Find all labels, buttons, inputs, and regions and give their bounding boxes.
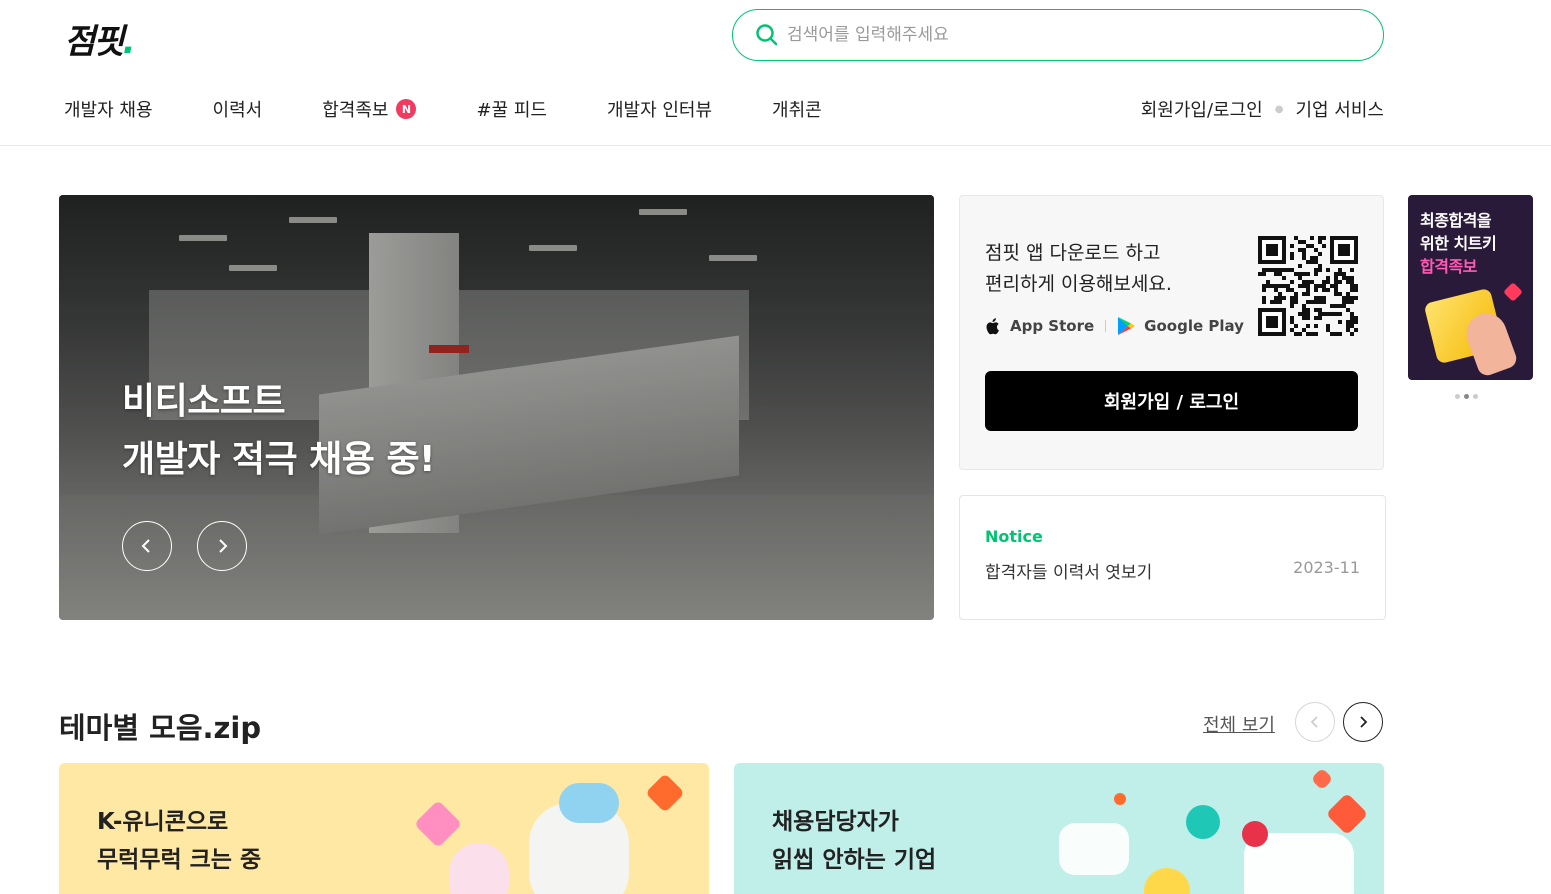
qr-code-icon: [1258, 236, 1358, 336]
search-input[interactable]: [787, 25, 1347, 45]
chevron-left-icon: [1310, 716, 1318, 728]
logo-text: 점핏: [64, 22, 125, 62]
heart-icon: [645, 773, 685, 813]
google-play-icon: [1118, 317, 1136, 335]
nav-separator: ●: [1274, 103, 1284, 115]
logo[interactable]: 점핏.: [64, 14, 136, 63]
nav-label: 개취콘: [772, 100, 822, 121]
store-separator: [1105, 320, 1107, 332]
pagination-dot-active[interactable]: [1464, 394, 1469, 399]
apple-icon: [986, 317, 999, 334]
nav-label: 개발자 채용: [64, 100, 153, 121]
notification-badge-icon: [1242, 821, 1268, 847]
check-icon: [1186, 805, 1220, 839]
nav-label: 이력서: [212, 100, 263, 121]
nav-item-resume[interactable]: 이력서: [213, 96, 263, 122]
unicorn-mane-icon: [559, 783, 619, 823]
theme-prev-button[interactable]: [1295, 702, 1335, 742]
hero-banner[interactable]: 비티소프트 개발자 적극 채용 중!: [59, 195, 934, 620]
join-login-button[interactable]: 회원가입 / 로그인: [985, 371, 1358, 431]
side-banner-highlight: 합격족보: [1420, 257, 1477, 276]
nav-label: 개발자 인터뷰: [606, 100, 713, 121]
side-banner-line: 위한 치트키: [1420, 234, 1497, 253]
notice-label: Notice: [985, 527, 1043, 546]
store-links: App Store Google Play: [985, 316, 1244, 336]
notice-date: 2023-11: [1293, 558, 1360, 577]
view-all-link[interactable]: 전체 보기: [1203, 711, 1275, 737]
pagination-dot[interactable]: [1455, 394, 1460, 399]
emoji-icon: [1144, 868, 1190, 894]
side-banner-line: 최종합격을: [1420, 211, 1492, 230]
nav-item-content[interactable]: 개취콘: [772, 96, 822, 122]
theme-card-recruiter[interactable]: 채용담당자가 읽씹 안하는 기업: [734, 763, 1384, 894]
nav-label: 합격족보: [322, 100, 389, 121]
search-icon: [756, 24, 778, 46]
app-store-label: App Store: [1010, 317, 1095, 335]
login-link[interactable]: 회원가입/로그인: [1141, 96, 1263, 122]
notice-title[interactable]: 합격자들 이력서 엿보기: [985, 558, 1152, 583]
heart-icon: [1310, 767, 1334, 791]
new-badge: N: [396, 99, 417, 119]
nav-item-jobs[interactable]: 개발자 채용: [64, 96, 153, 122]
side-banner-text: 최종합격을 위한 치트키 합격족보: [1420, 209, 1497, 278]
main-nav: 개발자 채용 이력서 합격족보 N #꿀 피드 개발자 인터뷰 개취콘: [64, 96, 882, 122]
nav-label: #꿀 피드: [476, 100, 547, 121]
theme-next-button[interactable]: [1343, 702, 1383, 742]
app-download-text: 점핏 앱 다운로드 하고 편리하게 이용해보세요.: [985, 242, 1172, 295]
google-play-link[interactable]: Google Play: [1117, 316, 1244, 336]
banner-pagination: [1455, 394, 1478, 399]
hero-title: 비티소프트 개발자 적극 채용 중!: [122, 373, 435, 489]
heart-icon: [1111, 790, 1129, 808]
nav-item-interview[interactable]: 개발자 인터뷰: [607, 96, 712, 122]
app-store-link[interactable]: App Store: [985, 317, 1094, 336]
theme-card-unicorn[interactable]: K-유니콘으로 무럭무럭 크는 중: [59, 763, 709, 894]
theme-card-title: 채용담당자가 읽씹 안하는 기업: [772, 809, 937, 873]
heart-icon: [1503, 282, 1523, 302]
nav-right: 회원가입/로그인 ● 기업 서비스: [1141, 96, 1384, 122]
enterprise-link[interactable]: 기업 서비스: [1295, 96, 1384, 122]
notice-card[interactable]: Notice 합격자들 이력서 엿보기 2023-11: [959, 495, 1386, 620]
chevron-left-icon: [141, 539, 150, 553]
header-divider: [0, 145, 1551, 146]
app-download-card: 점핏 앱 다운로드 하고 편리하게 이용해보세요. App Store Goog…: [959, 195, 1384, 470]
hero-title-line1: 비티소프트: [122, 381, 286, 422]
nav-item-pass-guide[interactable]: 합격족보 N: [322, 96, 417, 122]
search-bar[interactable]: [732, 9, 1384, 61]
chevron-right-icon: [219, 539, 228, 553]
theme-card-title: K-유니콘으로 무럭무럭 크는 중: [97, 809, 262, 873]
chevron-right-icon: [1360, 716, 1368, 728]
chat-bubble-icon: [1059, 823, 1129, 875]
google-play-label: Google Play: [1144, 317, 1244, 335]
nav-item-feed[interactable]: #꿀 피드: [476, 96, 546, 122]
heart-icon: [1325, 792, 1369, 836]
logo-dot: .: [122, 22, 136, 62]
pagination-dot[interactable]: [1473, 394, 1478, 399]
heart-icon: [413, 799, 463, 849]
hero-prev-button[interactable]: [122, 521, 172, 571]
hero-next-button[interactable]: [197, 521, 247, 571]
unicorn-small-icon: [449, 843, 509, 894]
theme-section-title: 테마별 모음.zip: [59, 711, 262, 745]
side-banner[interactable]: 최종합격을 위한 치트키 합격족보: [1408, 195, 1533, 380]
hero-title-line2: 개발자 적극 채용 중!: [122, 439, 435, 480]
